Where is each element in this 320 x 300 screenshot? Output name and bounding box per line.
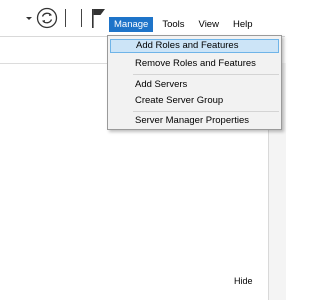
menu-item-create-server-group[interactable]: Create Server Group [110, 94, 279, 108]
chevron-down-icon[interactable] [24, 13, 34, 23]
menu-item-server-manager-properties[interactable]: Server Manager Properties [110, 114, 279, 128]
menu-bar: Manage Tools View Help [109, 14, 262, 34]
menu-manage[interactable]: Manage [109, 16, 154, 32]
menu-divider [133, 74, 279, 75]
refresh-icon[interactable] [36, 7, 58, 29]
top-toolbar: Manage Tools View Help [0, 0, 285, 37]
menu-item-add-roles-features[interactable]: Add Roles and Features [110, 39, 279, 53]
menu-item-remove-roles-features[interactable]: Remove Roles and Features [110, 57, 279, 71]
notifications-flag-icon[interactable] [89, 6, 109, 30]
menu-help[interactable]: Help [228, 17, 258, 32]
menu-item-add-servers[interactable]: Add Servers [110, 78, 279, 92]
hide-link[interactable]: Hide [234, 276, 253, 286]
menu-tools[interactable]: Tools [157, 17, 189, 32]
menu-view[interactable]: View [194, 17, 224, 32]
menu-divider [133, 111, 279, 112]
toolbar-divider [65, 9, 66, 27]
manage-dropdown-menu: Add Roles and Features Remove Roles and … [107, 35, 282, 130]
toolbar-divider [81, 9, 82, 27]
